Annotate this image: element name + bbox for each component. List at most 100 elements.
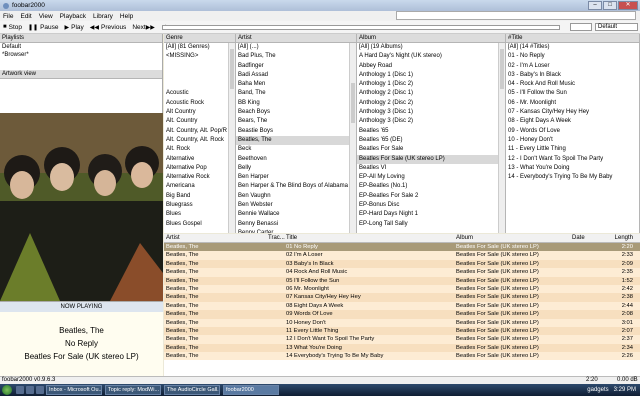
titles-list-item[interactable]: 11 - Every Little Thing xyxy=(506,145,639,154)
titles-list-item[interactable]: 05 - I'll Follow the Sun xyxy=(506,89,639,98)
genre-header[interactable]: Genre xyxy=(164,34,235,43)
genre-list-item[interactable]: Alt. Country, Alt. Pop/R xyxy=(164,127,235,136)
title-header[interactable]: #Title xyxy=(506,34,639,43)
titles-list-item[interactable]: 06 - Mr. Moonlight xyxy=(506,99,639,108)
track-row[interactable]: Beatles, The 03 Baby's In Black Beatles Fo… xyxy=(164,259,640,269)
pause-button[interactable]: ❚❚ Pause xyxy=(28,24,59,31)
artist-scrollbar[interactable] xyxy=(349,43,356,233)
seek-bar[interactable] xyxy=(162,25,560,30)
track-row[interactable]: Beatles, The 13 What You're Doing Beatles … xyxy=(164,343,640,353)
genre-list-item[interactable]: Bluegrass xyxy=(164,201,235,210)
genre-list-item[interactable]: Blues Gospel xyxy=(164,220,235,229)
genre-list-item[interactable]: Acoustic Rock xyxy=(164,99,235,108)
artist-list-item[interactable]: Badfinger xyxy=(236,62,356,71)
col-album[interactable]: Album xyxy=(456,234,572,242)
artist-list-item[interactable]: Benny Benassi xyxy=(236,220,356,229)
genre-list-item[interactable]: Alt. Country, Alt. Rock xyxy=(164,136,235,145)
track-row[interactable]: Beatles, The 07 Kansas City/Hey Hey Hey Be… xyxy=(164,293,640,302)
album-list-item[interactable]: Beatles For Sale (UK stereo LP) xyxy=(357,154,505,164)
titles-list-item[interactable]: 03 - Baby's In Black xyxy=(506,71,639,80)
col-artist[interactable]: Artist xyxy=(164,234,268,242)
maximize-button[interactable]: □ xyxy=(603,1,617,10)
genre-list-item[interactable]: [All] (81 Genres) xyxy=(164,43,235,52)
quicklaunch-icon[interactable] xyxy=(36,386,44,394)
play-button[interactable]: ▶ Play xyxy=(65,24,84,31)
album-list-item[interactable]: EP-Beatles (No.1) xyxy=(357,182,505,191)
artist-list-item[interactable]: Beach Boys xyxy=(236,108,356,117)
genre-list-item[interactable] xyxy=(164,71,235,80)
artist-header[interactable]: Artist xyxy=(236,34,356,43)
artist-list-item[interactable]: Bad Plus, The xyxy=(236,52,356,61)
track-row[interactable]: Beatles, The 08 Eight Days A Week Beatles … xyxy=(164,301,640,311)
artist-list-item[interactable]: Bennie Wallace xyxy=(236,210,356,219)
album-list-item[interactable]: Anthology 1 (Disc 1) xyxy=(357,71,505,80)
album-list-item[interactable]: Beatles '65 xyxy=(357,127,505,136)
titles-list-item[interactable]: 08 - Eight Days A Week xyxy=(506,117,639,126)
minimize-button[interactable]: – xyxy=(588,1,602,10)
search-input[interactable] xyxy=(396,11,636,20)
artist-list-item[interactable]: Ben Harper xyxy=(236,173,356,182)
titles-list-item[interactable]: 10 - Honey Don't xyxy=(506,136,639,145)
album-list-item[interactable]: EP-Hard Days Night 1 xyxy=(357,210,505,219)
genre-list-item[interactable] xyxy=(164,80,235,89)
album-list-item[interactable]: EP-Beatles For Sale 2 xyxy=(357,192,505,201)
artist-list-item[interactable]: Beatles, The xyxy=(236,135,356,146)
artist-list-item[interactable]: Band, The xyxy=(236,89,356,98)
track-row[interactable]: Beatles, The 01 No Reply Beatles For Sale … xyxy=(164,243,640,252)
genre-list-item[interactable]: Americana xyxy=(164,182,235,191)
close-button[interactable]: ✕ xyxy=(618,1,638,10)
genre-list-item[interactable]: Alt. Country xyxy=(164,117,235,126)
col-track[interactable]: Trac... xyxy=(268,234,286,242)
album-list-item[interactable]: Abbey Road xyxy=(357,62,505,71)
titles-list-item[interactable]: 13 - What You're Doing xyxy=(506,164,639,173)
volume-slider[interactable] xyxy=(570,23,592,31)
artist-list-item[interactable]: Baha Men xyxy=(236,80,356,89)
album-list-item[interactable]: Anthology 2 (Disc 1) xyxy=(357,89,505,98)
genre-scrollbar[interactable] xyxy=(228,43,235,233)
menu-file[interactable]: File xyxy=(3,13,13,20)
titles-list-item[interactable]: 12 - I Don't Want To Spoil The Party xyxy=(506,155,639,164)
menu-library[interactable]: Library xyxy=(93,13,113,20)
genre-list-item[interactable]: Acoustic xyxy=(164,89,235,98)
stop-button[interactable]: ■ Stop xyxy=(3,24,22,31)
artist-list-item[interactable]: Bears, The xyxy=(236,117,356,126)
album-list-item[interactable]: EP-All My Loving xyxy=(357,173,505,182)
titles-list-item[interactable]: 07 - Kansas City/Hey Hey Hey xyxy=(506,108,639,117)
titles-list-item[interactable]: 04 - Rock And Roll Music xyxy=(506,80,639,89)
genre-list-item[interactable]: Alternative xyxy=(164,155,235,164)
genre-list-item[interactable]: Alt. Rock xyxy=(164,145,235,154)
artist-list-item[interactable]: [All] (...) xyxy=(236,43,356,52)
task-button[interactable]: Inbox - Microsoft Ou... xyxy=(46,385,102,395)
album-list-item[interactable]: A Hard Day's Night (UK stereo) xyxy=(357,52,505,61)
titles-list-item[interactable]: 01 - No Reply xyxy=(506,52,639,61)
album-list-item[interactable]: Anthology 2 (Disc 2) xyxy=(357,99,505,108)
artist-list-item[interactable]: Beck xyxy=(236,145,356,154)
album-list-item[interactable]: Anthology 1 (Disc 2) xyxy=(357,80,505,89)
album-list-item[interactable]: Beatles '65 (DE) xyxy=(357,136,505,145)
playlist-item[interactable]: *Browser* xyxy=(0,51,162,59)
next-button[interactable]: Next ▶▶ xyxy=(132,24,157,31)
menu-view[interactable]: View xyxy=(39,13,53,20)
titles-list-item[interactable]: 02 - I'm A Loser xyxy=(506,62,639,71)
track-row[interactable]: Beatles, The 09 Words Of Love Beatles For … xyxy=(164,310,640,319)
album-list-item[interactable]: [All] (19 Albums) xyxy=(357,43,505,52)
gadgets-label[interactable]: gadgets xyxy=(587,387,608,393)
col-title[interactable]: Title xyxy=(286,234,456,242)
track-row[interactable]: Beatles, The 10 Honey Don't Beatles For Sa… xyxy=(164,318,640,327)
album-list-item[interactable]: Anthology 3 (Disc 1) xyxy=(357,108,505,117)
quicklaunch-icon[interactable] xyxy=(16,386,24,394)
artist-list-item[interactable]: BB King xyxy=(236,99,356,108)
start-button[interactable] xyxy=(2,385,12,395)
album-scrollbar[interactable] xyxy=(498,43,505,233)
genre-list-item[interactable]: <MISSING> xyxy=(164,52,235,61)
track-row[interactable]: Beatles, The 04 Rock And Roll Music Beatle… xyxy=(164,268,640,277)
playlist-item[interactable]: Default xyxy=(0,43,162,51)
track-row[interactable]: Beatles, The 02 I'm A Loser Beatles For Sa… xyxy=(164,251,640,260)
genre-list-item[interactable]: Alternative Rock xyxy=(164,173,235,182)
quicklaunch-icon[interactable] xyxy=(26,386,34,394)
genre-list-item[interactable]: Alt Country xyxy=(164,108,235,117)
album-list-item[interactable]: EP-Bonus Disc xyxy=(357,201,505,210)
col-date[interactable]: Date xyxy=(572,234,604,242)
titles-list-item[interactable]: [All] (14 #Titles) xyxy=(506,43,639,52)
genre-list-item[interactable] xyxy=(164,62,235,71)
